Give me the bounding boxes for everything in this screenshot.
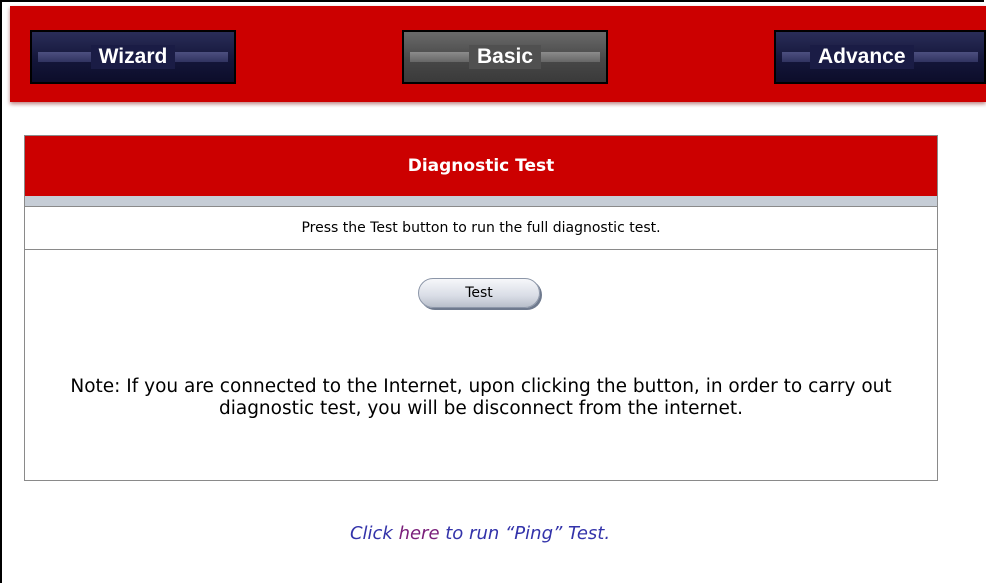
panel-divider <box>25 196 937 207</box>
ping-prefix: Click <box>349 523 399 544</box>
instruction-text: Press the Test button to run the full di… <box>25 207 937 250</box>
advance-button-label: Advance <box>810 45 914 69</box>
ping-test-line: Click here to run “Ping” Test. <box>0 523 960 544</box>
advance-button[interactable]: Advance <box>774 30 986 84</box>
panel-title: Diagnostic Test <box>25 136 937 196</box>
basic-button[interactable]: Basic <box>402 30 608 84</box>
test-button[interactable]: Test <box>418 278 540 308</box>
panel-body: Test Note: If you are connected to the I… <box>25 250 937 481</box>
wizard-button[interactable]: Wizard <box>30 30 236 84</box>
ping-here-link[interactable]: here <box>399 523 440 544</box>
top-nav-bar: Wizard Basic Advance <box>10 6 986 102</box>
basic-button-label: Basic <box>468 45 542 69</box>
disconnect-note: Note: If you are connected to the Intern… <box>70 376 892 419</box>
diagnostic-test-panel: Diagnostic Test Press the Test button to… <box>24 135 938 481</box>
wizard-button-label: Wizard <box>90 45 176 69</box>
ping-suffix: to run “Ping” Test. <box>439 523 611 544</box>
